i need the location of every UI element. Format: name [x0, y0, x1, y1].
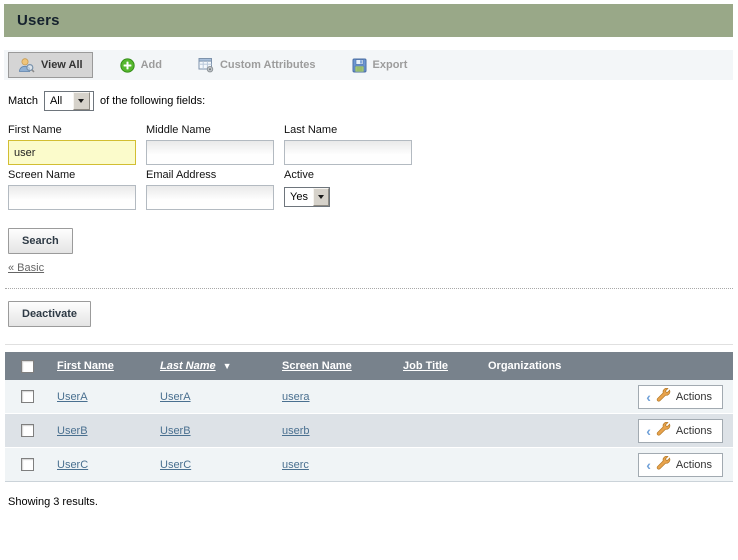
email-address-label: Email Address [146, 169, 284, 183]
table-row: UserB UserB userb ‹ Actions [5, 414, 733, 448]
actions-button-label: Actions [676, 459, 712, 471]
table-header-last-name: Last Name ▼ [160, 360, 282, 372]
last-name-input[interactable] [284, 140, 412, 165]
active-label: Active [284, 169, 422, 183]
user-last-name-link[interactable]: UserB [160, 425, 191, 437]
page-title-banner: Users [4, 4, 733, 37]
match-label: Match [8, 95, 38, 107]
actions-button[interactable]: ‹ Actions [638, 453, 723, 477]
table-header-first-name: First Name [57, 360, 160, 372]
users-admin-page: Users View All Add [0, 4, 738, 508]
column-header-job-title-link[interactable]: Job Title [403, 360, 448, 372]
user-screen-name-link[interactable]: userb [282, 425, 310, 437]
user-first-name-link[interactable]: UserA [57, 391, 88, 403]
deactivate-button[interactable]: Deactivate [8, 301, 91, 327]
row-checkbox[interactable] [21, 424, 34, 437]
table-header-checkbox-cell [5, 360, 57, 373]
user-screen-name-link[interactable]: usera [282, 391, 310, 403]
actions-button[interactable]: ‹ Actions [638, 419, 723, 443]
table-row: UserC UserC userc ‹ Actions [5, 448, 733, 482]
select-all-checkbox[interactable] [21, 360, 34, 373]
wrench-icon [656, 422, 671, 439]
floppy-disk-icon [352, 58, 367, 73]
column-header-screen-name-link[interactable]: Screen Name [282, 360, 352, 372]
chevron-left-icon: ‹ [646, 392, 651, 402]
table-header-organizations: Organizations [488, 360, 623, 372]
user-screen-name-link[interactable]: userc [282, 459, 309, 471]
search-button[interactable]: Search [8, 228, 73, 254]
actions-button-label: Actions [676, 391, 712, 403]
row-checkbox[interactable] [21, 390, 34, 403]
table-gear-icon [198, 57, 214, 73]
search-form: First Name Middle Name Last Name Screen … [8, 124, 738, 210]
table-row: UserA UserA usera ‹ Actions [5, 380, 733, 414]
chevron-left-icon: ‹ [646, 460, 651, 470]
match-select-value: All [45, 92, 73, 110]
active-select-value: Yes [285, 188, 313, 206]
toolbar-export[interactable]: Export [343, 54, 417, 77]
toolbar-custom-attributes[interactable]: Custom Attributes [189, 53, 325, 77]
row-checkbox[interactable] [21, 458, 34, 471]
screen-name-field-group: Screen Name [8, 169, 146, 210]
basic-link[interactable]: « Basic [8, 262, 44, 274]
toolbar-export-label: Export [373, 59, 408, 71]
email-address-field-group: Email Address [146, 169, 284, 210]
toolbar: View All Add [4, 50, 733, 80]
first-name-label: First Name [8, 124, 146, 138]
toolbar-add[interactable]: Add [111, 54, 171, 77]
actions-button[interactable]: ‹ Actions [638, 385, 723, 409]
last-name-field-group: Last Name [284, 124, 422, 165]
user-first-name-link[interactable]: UserC [57, 459, 88, 471]
first-name-input[interactable] [8, 140, 136, 165]
users-table: First Name Last Name ▼ Screen Name Job T… [5, 344, 733, 482]
column-header-first-name-link[interactable]: First Name [57, 360, 114, 372]
actions-button-label: Actions [676, 425, 712, 437]
wrench-icon [656, 388, 671, 405]
toolbar-view-all-label: View All [41, 59, 83, 71]
middle-name-field-group: Middle Name [146, 124, 284, 165]
user-last-name-link[interactable]: UserC [160, 459, 191, 471]
table-header-screen-name: Screen Name [282, 360, 403, 372]
email-address-input[interactable] [146, 185, 274, 210]
middle-name-input[interactable] [146, 140, 274, 165]
last-name-label: Last Name [284, 124, 422, 138]
results-count: Showing 3 results. [8, 496, 738, 508]
middle-name-label: Middle Name [146, 124, 284, 138]
combo-arrow-icon [313, 188, 329, 206]
wrench-icon [656, 456, 671, 473]
chevron-left-icon: ‹ [646, 426, 651, 436]
column-header-organizations-label: Organizations [488, 360, 561, 372]
active-select[interactable]: Yes [284, 187, 330, 207]
match-row: Match All of the following fields: [8, 91, 738, 111]
user-search-icon [18, 57, 35, 73]
combo-arrow-icon [73, 92, 90, 110]
table-header-job-title: Job Title [403, 360, 488, 372]
screen-name-input[interactable] [8, 185, 136, 210]
table-header-row: First Name Last Name ▼ Screen Name Job T… [5, 352, 733, 380]
screen-name-label: Screen Name [8, 169, 146, 183]
page-title: Users [17, 12, 60, 29]
user-last-name-link[interactable]: UserA [160, 391, 191, 403]
first-name-field-group: First Name [8, 124, 146, 165]
toolbar-custom-attributes-label: Custom Attributes [220, 59, 316, 71]
match-select[interactable]: All [44, 91, 94, 111]
sort-desc-icon: ▼ [223, 361, 232, 371]
user-first-name-link[interactable]: UserB [57, 425, 88, 437]
active-field-group: Active Yes [284, 169, 422, 210]
column-header-last-name-link[interactable]: Last Name [160, 360, 216, 372]
plus-circle-icon [120, 58, 135, 73]
toolbar-add-label: Add [141, 59, 162, 71]
match-suffix-label: of the following fields: [100, 95, 205, 107]
toolbar-view-all[interactable]: View All [8, 52, 93, 78]
